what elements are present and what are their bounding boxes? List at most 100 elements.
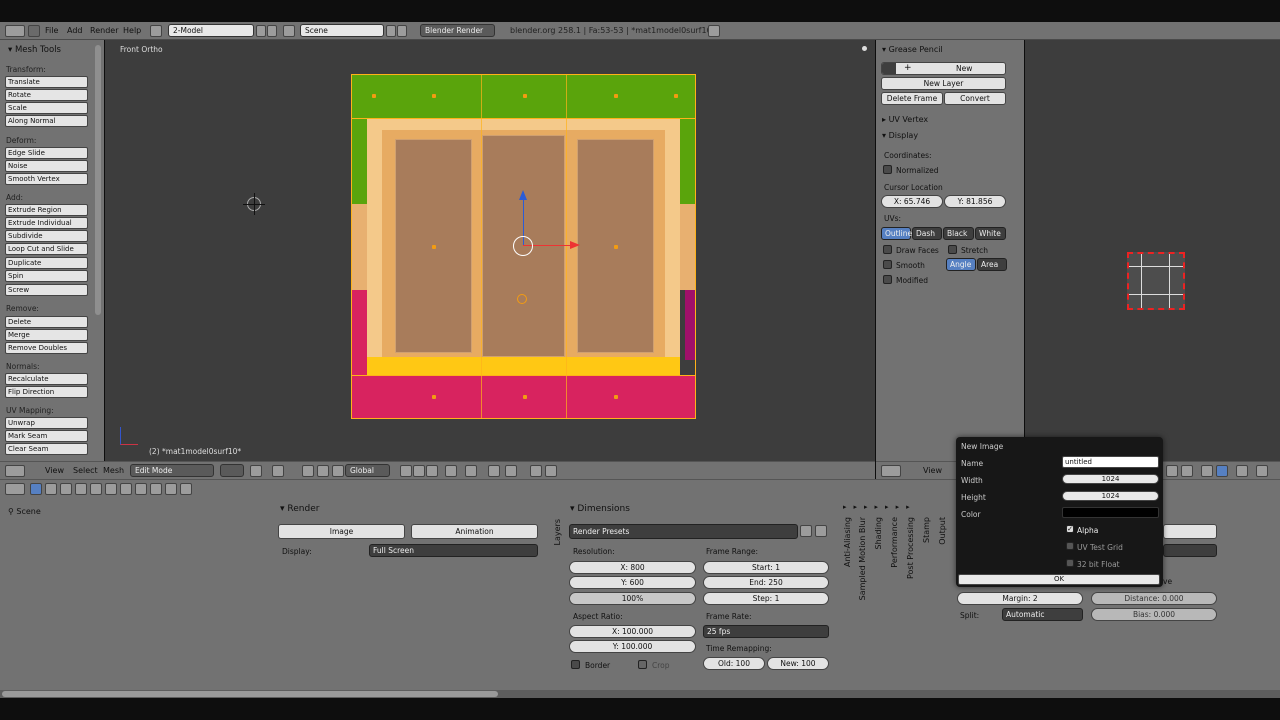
scale-mode-icon[interactable]	[332, 465, 344, 477]
remap-new-field[interactable]: New: 100	[767, 657, 829, 670]
subdivide-button[interactable]: Subdivide	[5, 230, 88, 242]
uv-menu-view[interactable]: View	[923, 462, 942, 480]
data-tab-icon[interactable]	[120, 483, 132, 495]
render-presets-select[interactable]: Render Presets	[569, 524, 798, 539]
editor-type-icon[interactable]	[5, 465, 25, 477]
menu-select[interactable]: Select	[73, 462, 98, 480]
split-select[interactable]: Automatic	[1002, 608, 1083, 621]
white-option[interactable]: White	[975, 227, 1006, 240]
render-tab-icon[interactable]	[30, 483, 42, 495]
render-preview-icon[interactable]	[530, 465, 542, 477]
color-swatch[interactable]	[1062, 507, 1159, 518]
new-grease-button[interactable]: + New	[881, 62, 1006, 75]
stretch-checkbox[interactable]	[948, 245, 957, 254]
props-editor-type-icon[interactable]	[5, 483, 25, 495]
stamp-tab[interactable]: Stamp	[922, 517, 931, 543]
z-arrow-icon[interactable]	[519, 190, 527, 200]
area-option[interactable]: Area	[977, 258, 1007, 271]
translate-mode-icon[interactable]	[302, 465, 314, 477]
3d-cursor-icon[interactable]	[243, 193, 265, 215]
world-tab-icon[interactable]	[60, 483, 72, 495]
display-title[interactable]: ▾ Display	[882, 131, 918, 140]
bias-field[interactable]: Bias: 0.000	[1091, 608, 1217, 621]
aspect-x-field[interactable]: X: 100.000	[569, 625, 696, 638]
uv-pivot-icon[interactable]	[1166, 465, 1178, 477]
uv-editor-canvas[interactable]	[1025, 40, 1280, 461]
outline-option[interactable]: Outline	[881, 227, 912, 240]
view-options-icon[interactable]	[862, 46, 867, 51]
manipulator-toggle-icon[interactable]	[272, 465, 284, 477]
add-preset-icon[interactable]	[800, 525, 812, 537]
camera-icon[interactable]	[545, 465, 557, 477]
viewport-shading-select[interactable]	[220, 464, 244, 477]
modified-checkbox[interactable]	[883, 275, 892, 284]
add-scene-icon[interactable]	[386, 25, 396, 37]
loop-cut-button[interactable]: Loop Cut and Slide	[5, 243, 88, 255]
menu-add[interactable]: Add	[67, 22, 83, 40]
unwrap-button[interactable]: Unwrap	[5, 417, 88, 429]
editor-type-icon[interactable]	[5, 25, 25, 37]
motion-blur-tab[interactable]: Sampled Motion Blur	[858, 517, 867, 600]
mode-select[interactable]: Edit Mode	[130, 464, 214, 477]
shading-tab[interactable]: Shading	[874, 517, 883, 550]
crop-checkbox[interactable]	[638, 660, 647, 669]
scene-field[interactable]: Scene	[300, 24, 384, 37]
along-normal-button[interactable]: Along Normal	[5, 115, 88, 127]
physics-tab-icon[interactable]	[180, 483, 192, 495]
merge-button[interactable]: Merge	[5, 329, 88, 341]
uv-sync-icon[interactable]	[1181, 465, 1193, 477]
vertex-select-icon[interactable]	[400, 465, 412, 477]
snap-icon[interactable]	[488, 465, 500, 477]
smooth-vertex-button[interactable]: Smooth Vertex	[5, 173, 88, 185]
particles-tab-icon[interactable]	[165, 483, 177, 495]
rotate-mode-icon[interactable]	[317, 465, 329, 477]
bake-button-partial[interactable]	[1163, 524, 1217, 539]
remove-preset-icon[interactable]	[815, 525, 827, 537]
proportional-edit-icon[interactable]	[465, 465, 477, 477]
fps-select[interactable]: 25 fps	[703, 625, 829, 638]
uv-snap-icon[interactable]	[1236, 465, 1248, 477]
res-x-field[interactable]: X: 800	[569, 561, 696, 574]
anti-aliasing-tab[interactable]: Anti-Aliasing	[843, 517, 852, 567]
menu-help[interactable]: Help	[123, 22, 141, 40]
image-height-field[interactable]: 1024	[1062, 491, 1159, 501]
smooth-checkbox[interactable]	[883, 260, 892, 269]
uv-grid-checkbox[interactable]	[1066, 542, 1074, 550]
grease-pencil-title[interactable]: ▾ Grease Pencil	[882, 45, 943, 54]
screen-field[interactable]: 2-Model	[168, 24, 254, 37]
render-panel-title[interactable]: ▾ Render	[280, 504, 319, 514]
material-tab-icon[interactable]	[135, 483, 147, 495]
dimensions-title[interactable]: ▾ Dimensions	[570, 504, 630, 514]
remove-scene-icon[interactable]	[397, 25, 407, 37]
constraints-tab-icon[interactable]	[90, 483, 102, 495]
menu-render[interactable]: Render	[90, 22, 118, 40]
uv-editor-type-icon[interactable]	[881, 465, 901, 477]
uv-vertex-title[interactable]: ▸ UV Vertex	[882, 115, 928, 124]
translate-button[interactable]: Translate	[5, 76, 88, 88]
collapsed-panel-arrows[interactable]: ▸▸▸▸▸▸▸	[843, 503, 953, 513]
screw-button[interactable]: Screw	[5, 284, 88, 296]
draw-faces-checkbox[interactable]	[883, 245, 892, 254]
screenshot-icon[interactable]	[708, 25, 720, 37]
border-checkbox[interactable]	[571, 660, 580, 669]
res-percentage-slider[interactable]: 100%	[569, 592, 696, 605]
tools-scrollbar[interactable]	[95, 45, 101, 315]
frame-step-field[interactable]: Step: 1	[703, 592, 829, 605]
limit-selection-icon[interactable]	[445, 465, 457, 477]
uv-render-icon[interactable]	[1256, 465, 1268, 477]
normalized-checkbox[interactable]	[883, 165, 892, 174]
scale-button[interactable]: Scale	[5, 102, 88, 114]
ok-button[interactable]: OK	[958, 574, 1160, 585]
x-arrow-icon[interactable]	[570, 241, 580, 249]
cursor-y-field[interactable]: Y: 81.856	[944, 195, 1006, 208]
image-width-field[interactable]: 1024	[1062, 474, 1159, 484]
modifiers-tab-icon[interactable]	[105, 483, 117, 495]
collapse-menu-icon[interactable]	[28, 25, 40, 37]
clear-seam-button[interactable]: Clear Seam	[5, 443, 88, 455]
uv-vertex-mode-icon[interactable]	[1201, 465, 1213, 477]
scene-icon[interactable]	[283, 25, 295, 37]
pivot-icon[interactable]	[250, 465, 262, 477]
delete-frame-button[interactable]: Delete Frame	[881, 92, 943, 105]
new-layer-button[interactable]: New Layer	[881, 77, 1006, 90]
spin-button[interactable]: Spin	[5, 270, 88, 282]
